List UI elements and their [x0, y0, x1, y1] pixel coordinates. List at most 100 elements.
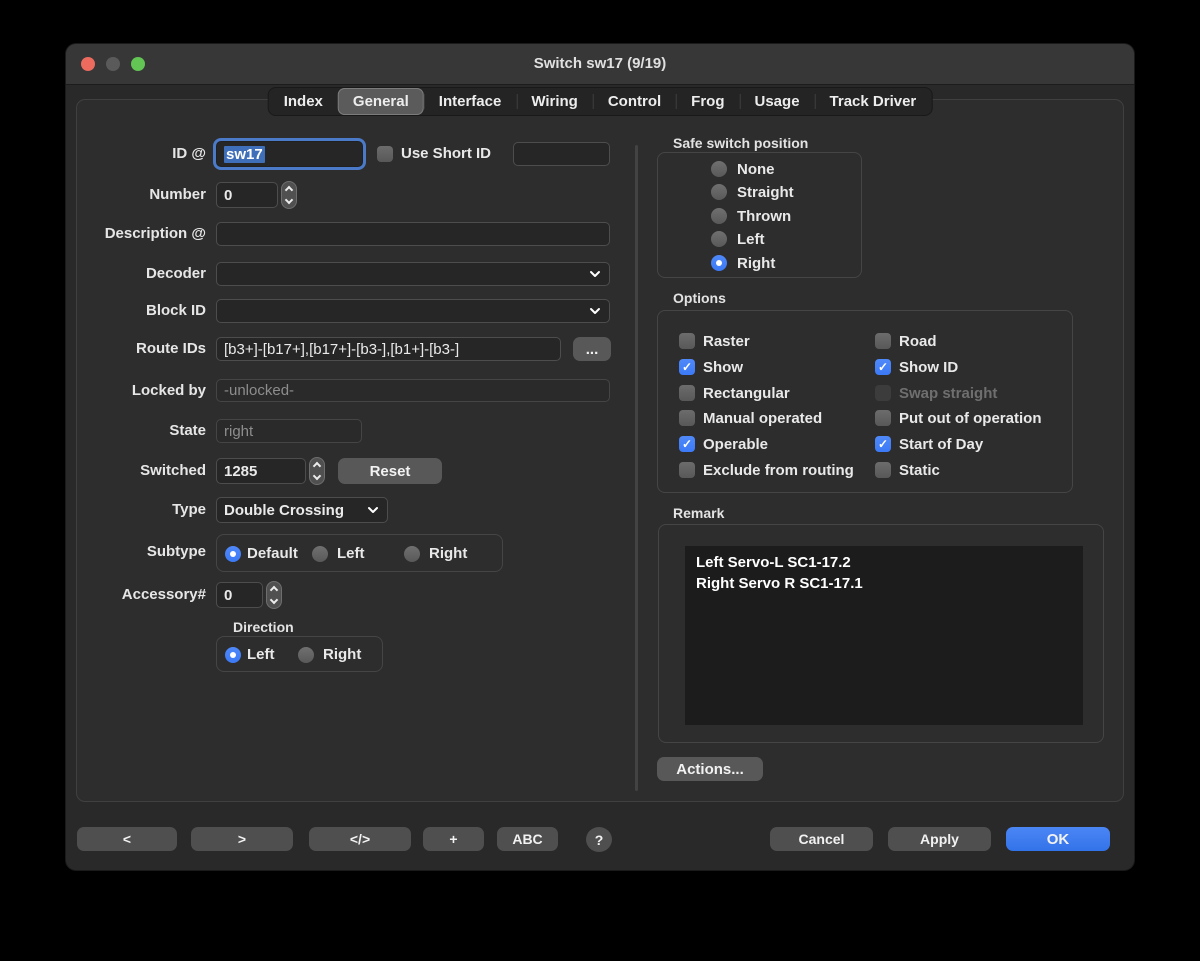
- tab-track-driver[interactable]: Track Driver: [815, 88, 932, 115]
- route-ids-browse-button[interactable]: ...: [573, 337, 611, 361]
- chevron-down-icon: [313, 472, 321, 480]
- chevron-down-icon: [589, 307, 601, 315]
- direction-right-label: Right: [323, 637, 361, 673]
- next-item-button[interactable]: >: [191, 827, 293, 851]
- rectangular-checkbox[interactable]: [679, 385, 695, 401]
- route-ids-label: Route IDs: [77, 337, 206, 361]
- direction-radio-right[interactable]: [298, 647, 314, 663]
- decoder-label: Decoder: [77, 262, 206, 286]
- abc-sort-button[interactable]: ABC: [497, 827, 558, 851]
- road-checkbox[interactable]: [875, 333, 891, 349]
- tab-bar: Index General Interface Wiring Control F…: [268, 87, 933, 116]
- static-checkbox[interactable]: [875, 462, 891, 478]
- show-id-label: Show ID: [899, 359, 958, 376]
- safe-radio-right[interactable]: [711, 255, 727, 271]
- accessory-label: Accessory#: [77, 582, 206, 608]
- window-title: Switch sw17 (9/19): [66, 44, 1134, 84]
- decoder-select[interactable]: [216, 262, 610, 286]
- add-button[interactable]: +: [423, 827, 484, 851]
- tab-interface[interactable]: Interface: [424, 88, 517, 115]
- switched-value: 1285: [224, 463, 257, 480]
- decoder-dropdown-button[interactable]: [583, 264, 607, 284]
- tab-usage[interactable]: Usage: [740, 88, 815, 115]
- safe-right-label: Right: [737, 255, 775, 272]
- subtype-right-label: Right: [429, 535, 467, 573]
- road-label: Road: [899, 333, 937, 350]
- direction-radio-left[interactable]: [225, 647, 241, 663]
- use-short-id-label: Use Short ID: [401, 141, 491, 167]
- apply-button[interactable]: Apply: [888, 827, 991, 851]
- show-checkbox[interactable]: [679, 359, 695, 375]
- prev-item-button[interactable]: <: [77, 827, 177, 851]
- use-short-id-checkbox[interactable]: [377, 146, 393, 162]
- raster-checkbox[interactable]: [679, 333, 695, 349]
- description-input[interactable]: [216, 222, 610, 246]
- operable-checkbox[interactable]: [679, 436, 695, 452]
- start-of-day-label: Start of Day: [899, 436, 983, 453]
- operable-label: Operable: [703, 436, 768, 453]
- safe-none-label: None: [737, 161, 775, 178]
- remark-line: Left Servo-L SC1-17.2: [696, 552, 1072, 573]
- tab-general[interactable]: General: [338, 88, 424, 115]
- titlebar[interactable]: Switch sw17 (9/19): [66, 44, 1134, 85]
- tab-frog[interactable]: Frog: [676, 88, 739, 115]
- tab-control[interactable]: Control: [593, 88, 676, 115]
- direction-group: Left Right: [216, 636, 383, 672]
- switched-stepper[interactable]: [309, 457, 325, 485]
- start-of-day-checkbox[interactable]: [875, 436, 891, 452]
- short-id-input[interactable]: [513, 142, 610, 166]
- safe-position-group: None Straight Thrown Left Right: [657, 152, 862, 278]
- accessory-stepper[interactable]: [266, 581, 282, 609]
- number-stepper[interactable]: [281, 181, 297, 209]
- route-ids-input[interactable]: [b3+]-[b17+],[b17+]-[b3-],[b1+]-[b3-]: [216, 337, 561, 361]
- general-tab-panel: ID @ sw17 Use Short ID Number 0 Descript…: [76, 99, 1124, 802]
- remark-group: Left Servo-L SC1-17.2 Right Servo R SC1-…: [658, 524, 1104, 743]
- switched-input[interactable]: 1285: [216, 458, 306, 484]
- id-input[interactable]: sw17: [216, 141, 363, 167]
- subtype-radio-default[interactable]: [225, 546, 241, 562]
- direction-label: Direction: [233, 619, 294, 635]
- state-field: right: [216, 419, 362, 443]
- subtype-radio-right[interactable]: [404, 546, 420, 562]
- type-dropdown-button[interactable]: [361, 500, 385, 520]
- safe-radio-thrown[interactable]: [711, 208, 727, 224]
- put-out-of-operation-checkbox[interactable]: [875, 410, 891, 426]
- remark-label: Remark: [673, 505, 724, 521]
- block-id-select[interactable]: [216, 299, 610, 323]
- remark-textarea[interactable]: Left Servo-L SC1-17.2 Right Servo R SC1-…: [685, 546, 1083, 725]
- route-ids-value: [b3+]-[b17+],[b17+]-[b3-],[b1+]-[b3-]: [224, 341, 459, 358]
- exclude-from-routing-checkbox[interactable]: [679, 462, 695, 478]
- xml-view-button[interactable]: </>: [309, 827, 411, 851]
- actions-button[interactable]: Actions...: [657, 757, 763, 781]
- manual-operated-label: Manual operated: [703, 410, 822, 427]
- tab-wiring[interactable]: Wiring: [516, 88, 593, 115]
- safe-radio-left[interactable]: [711, 231, 727, 247]
- number-input[interactable]: 0: [216, 182, 278, 208]
- block-id-dropdown-button[interactable]: [583, 301, 607, 321]
- accessory-input[interactable]: 0: [216, 582, 263, 608]
- type-select[interactable]: Double Crossing: [216, 497, 388, 523]
- subtype-label: Subtype: [77, 539, 206, 565]
- safe-position-label: Safe switch position: [673, 135, 808, 151]
- cancel-button[interactable]: Cancel: [770, 827, 873, 851]
- ok-button[interactable]: OK: [1006, 827, 1110, 851]
- chevron-down-icon: [367, 506, 379, 514]
- show-id-checkbox[interactable]: [875, 359, 891, 375]
- subtype-radio-left[interactable]: [312, 546, 328, 562]
- locked-by-field: -unlocked-: [216, 379, 610, 402]
- safe-radio-straight[interactable]: [711, 184, 727, 200]
- chevron-up-icon: [313, 462, 321, 470]
- splitter[interactable]: [635, 145, 638, 791]
- manual-operated-checkbox[interactable]: [679, 410, 695, 426]
- state-label: State: [77, 419, 206, 443]
- chevron-down-icon: [285, 196, 293, 204]
- help-button[interactable]: ?: [586, 827, 612, 852]
- subtype-group: Default Left Right: [216, 534, 503, 572]
- tab-index[interactable]: Index: [269, 88, 338, 115]
- safe-radio-none[interactable]: [711, 161, 727, 177]
- switch-properties-window: Switch sw17 (9/19) Index General Interfa…: [66, 44, 1134, 870]
- chevron-down-icon: [589, 270, 601, 278]
- id-label: ID @: [77, 141, 206, 167]
- reset-button[interactable]: Reset: [338, 458, 442, 484]
- type-value: Double Crossing: [224, 502, 344, 519]
